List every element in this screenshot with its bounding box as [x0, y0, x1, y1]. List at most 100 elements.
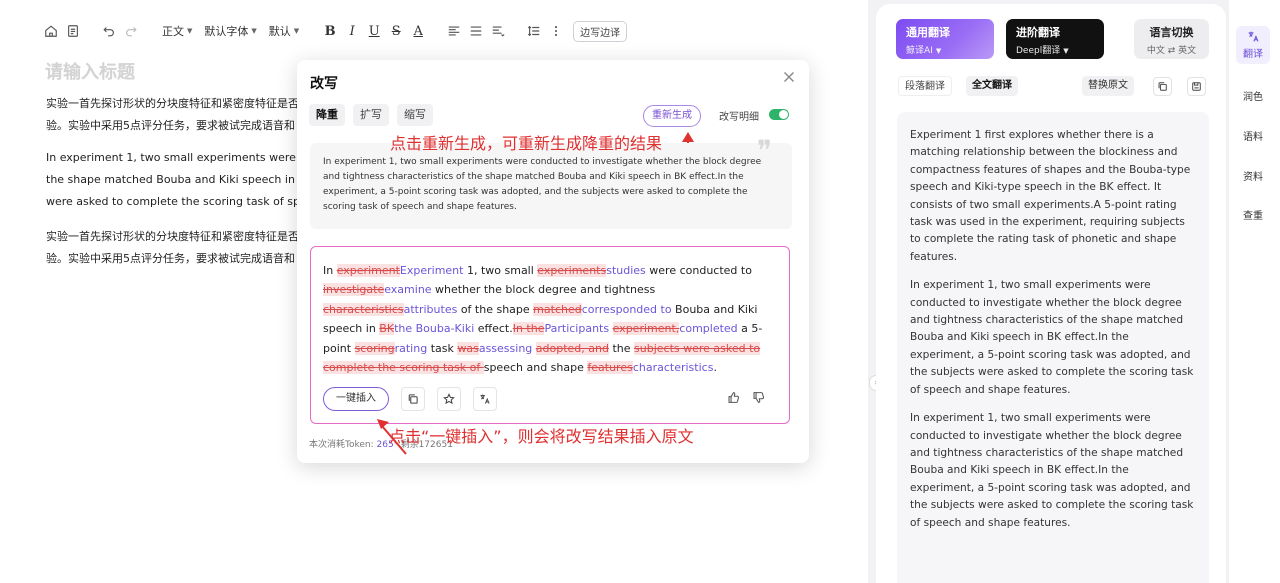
- advanced-engine-label: Deepl翻译: [1016, 46, 1061, 56]
- bold-icon[interactable]: B: [319, 20, 341, 42]
- translation-paragraph: In experiment 1, two small experiments w…: [910, 279, 1194, 396]
- rewrite-dialog: 改写 降重 扩写 缩写 重新生成 改写明细 In experiment 1, t…: [297, 60, 809, 463]
- undo-icon[interactable]: [98, 20, 120, 42]
- translate-icon: [1248, 31, 1258, 42]
- unchanged-text: effect.: [474, 322, 513, 336]
- paragraph-line: were asked to complete the scoring task …: [46, 195, 298, 208]
- paragraph-1[interactable]: 实验一首先探讨形状的分块度特征和紧密度特征是否 验。实验中采用5点评分任务，要求…: [46, 93, 298, 137]
- app-root: 正文 ▼ 默认字体 ▼ 默认 ▼ B I U S A 边写边译 请输入标题 实验…: [0, 0, 1280, 583]
- paragraph-2[interactable]: In experiment 1, two small experiments w…: [46, 147, 298, 213]
- one-click-insert-button[interactable]: 一键插入: [323, 387, 389, 411]
- sidebar-item-plagiarism-check[interactable]: 查重: [1236, 207, 1270, 222]
- tab-expand[interactable]: 扩写: [353, 104, 389, 126]
- line-spacing-icon[interactable]: [523, 20, 545, 42]
- document-icon[interactable]: [62, 20, 84, 42]
- tab-full-translation[interactable]: 全文翻译: [966, 76, 1018, 96]
- paragraph-line: the shape matched Bouba and Kiki speech …: [46, 173, 298, 186]
- annotation-insert: 点击“一键插入”，则会将改写结果插入原文: [389, 427, 694, 446]
- copy-icon[interactable]: [401, 387, 425, 411]
- unchanged-text: the: [608, 341, 635, 355]
- sidebar-item-label: 翻译: [1243, 49, 1263, 60]
- font-family-dropdown[interactable]: 默认字体 ▼: [198, 23, 262, 39]
- unchanged-text: 1, two small: [463, 264, 538, 277]
- tab-condense[interactable]: 缩写: [397, 104, 433, 126]
- inserted-text: the Bouba-Kiki: [394, 322, 475, 336]
- star-icon[interactable]: [437, 387, 461, 411]
- translation-paragraph: In experiment 1, two small experiments w…: [910, 412, 1194, 529]
- sidebar-item-materials[interactable]: 资料: [1236, 168, 1270, 183]
- translate-icon[interactable]: [473, 387, 497, 411]
- unchanged-text: In: [323, 264, 337, 277]
- strikethrough-list-icon[interactable]: [465, 20, 487, 42]
- deleted-text: scoring: [354, 341, 395, 355]
- copy-icon[interactable]: [1153, 77, 1172, 96]
- deleted-text: characteristics: [323, 302, 404, 316]
- deleted-text: BK: [379, 322, 395, 336]
- font-size-dropdown[interactable]: 默认 ▼: [263, 23, 305, 39]
- tab-reduce-duplication[interactable]: 降重: [309, 104, 345, 126]
- inserted-text: studies: [606, 264, 646, 277]
- redo-icon[interactable]: [120, 20, 142, 42]
- general-translation-card[interactable]: 通用翻译 鲸译AI ▼: [896, 19, 994, 59]
- unchanged-text: of the shape: [457, 302, 534, 316]
- inserted-text: Experiment: [399, 264, 464, 277]
- paragraph-line: 实验一首先探讨形状的分块度特征和紧密度特征是否: [46, 230, 298, 243]
- result-actions: 一键插入: [323, 387, 497, 411]
- chevron-down-icon: ▼: [293, 27, 300, 35]
- inserted-text: attributes: [403, 302, 458, 316]
- thumbs-up-icon[interactable]: [727, 391, 740, 404]
- paragraph-line: 验。实验中采用5点评分任务，要求被试完成语音和: [46, 252, 295, 265]
- close-icon[interactable]: [781, 69, 797, 85]
- inserted-text: completed: [679, 322, 738, 336]
- sidebar-item-label: 语料: [1243, 132, 1263, 143]
- underline-icon[interactable]: U: [363, 20, 385, 42]
- inserted-text: corresponded to: [581, 302, 672, 316]
- more-icon[interactable]: [545, 20, 567, 42]
- tab-paragraph-translation[interactable]: 段落翻译: [898, 76, 952, 96]
- translate-while-writing-button[interactable]: 边写边译: [573, 20, 628, 42]
- strikethrough-icon[interactable]: S: [385, 20, 407, 42]
- inserted-text: Participants: [544, 322, 610, 336]
- inserted-text: examine: [384, 283, 432, 297]
- sidebar-item-polish[interactable]: 润色: [1236, 88, 1270, 103]
- rewrite-diff-text: In experimentExperiment 1, two small exp…: [323, 261, 773, 377]
- paragraph-style-dropdown[interactable]: 正文 ▼: [156, 23, 198, 39]
- sidebar-item-label: 查重: [1243, 211, 1263, 222]
- font-color-icon[interactable]: A: [407, 20, 429, 42]
- editor-toolbar: 正文 ▼ 默认字体 ▼ 默认 ▼ B I U S A 边写边译: [40, 18, 628, 44]
- editor-area: 正文 ▼ 默认字体 ▼ 默认 ▼ B I U S A 边写边译 请输入标题 实验…: [0, 0, 868, 583]
- rewrite-mode-tabs: 降重 扩写 缩写: [309, 104, 433, 126]
- general-engine-label: 鲸译AI: [906, 46, 933, 56]
- home-icon[interactable]: [40, 20, 62, 42]
- chevron-down-icon: ▼: [935, 47, 942, 55]
- unchanged-text: speech and shape: [483, 361, 588, 375]
- save-icon[interactable]: [1187, 77, 1206, 96]
- paragraph-line: 实验一首先探讨形状的分块度特征和紧密度特征是否: [46, 97, 298, 110]
- sidebar-item-label: 润色: [1243, 92, 1263, 103]
- regenerate-button[interactable]: 重新生成: [643, 105, 701, 127]
- feedback-actions: [727, 391, 765, 404]
- paragraph-line: 验。实验中采用5点评分任务，要求被试完成语音和: [46, 119, 295, 132]
- sidebar-item-translate[interactable]: 翻译: [1236, 26, 1270, 64]
- title-placeholder[interactable]: 请输入标题: [45, 58, 135, 84]
- inserted-text: characteristics: [632, 361, 714, 375]
- font-family-label: 默认字体: [204, 25, 249, 38]
- italic-icon[interactable]: I: [341, 20, 363, 42]
- sidebar-item-label: 资料: [1243, 172, 1263, 183]
- align-left-icon[interactable]: [443, 20, 465, 42]
- paragraph-3[interactable]: 实验一首先探讨形状的分块度特征和紧密度特征是否 验。实验中采用5点评分任务，要求…: [46, 226, 298, 270]
- language-switch-card[interactable]: 语言切换 中文 ⇄ 英文: [1134, 19, 1209, 59]
- deleted-text: experiments: [537, 264, 607, 277]
- inserted-text: assessing: [478, 341, 533, 355]
- chevron-down-icon: ▼: [187, 27, 193, 35]
- sidebar-item-corpus[interactable]: 语料: [1236, 128, 1270, 143]
- rewrite-detail-toggle[interactable]: [769, 109, 789, 120]
- token-label: 本次消耗Token:: [309, 440, 377, 450]
- advanced-translation-card[interactable]: 进阶翻译 Deepl翻译 ▼: [1006, 19, 1104, 59]
- rewrite-detail-label: 改写明细: [719, 112, 759, 123]
- font-size-label: 默认: [268, 25, 291, 38]
- unchanged-text: whether the block degree and tightness: [431, 283, 656, 297]
- thumbs-down-icon[interactable]: [752, 391, 765, 404]
- align-dropdown-icon[interactable]: [487, 20, 509, 42]
- replace-original-button[interactable]: 替换原文: [1082, 76, 1134, 96]
